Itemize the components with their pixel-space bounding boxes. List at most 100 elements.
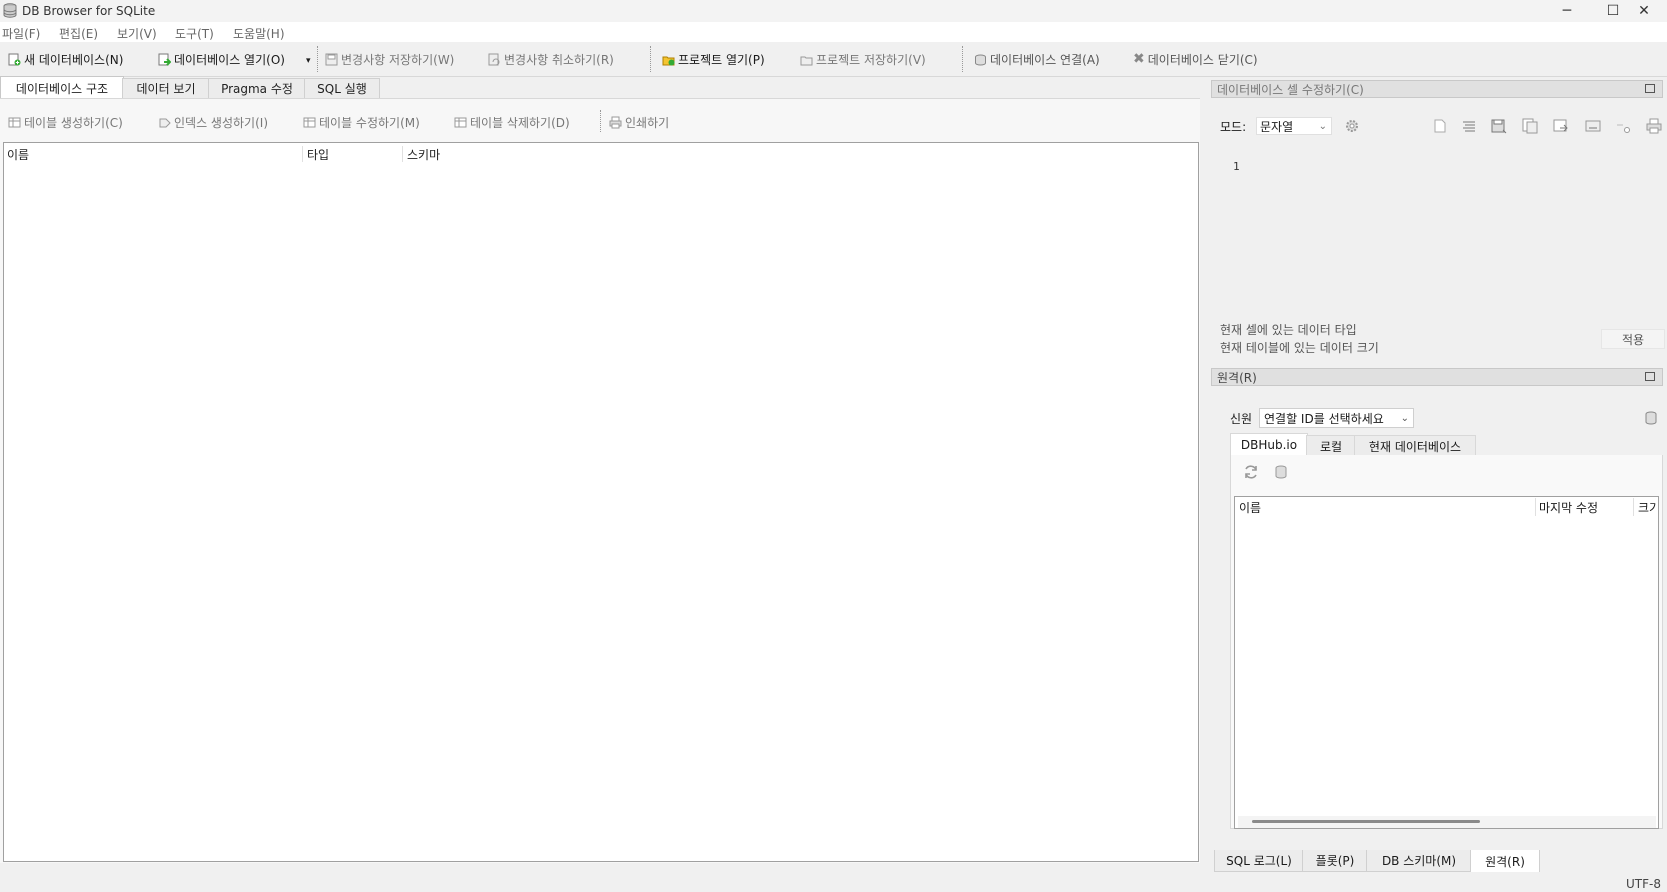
scrollbar-thumb[interactable] — [1252, 820, 1480, 823]
tab-edit-pragmas[interactable]: Pragma 수정 — [208, 78, 306, 98]
new-database-icon — [8, 53, 21, 66]
tab-execute-sql[interactable]: SQL 실행 — [304, 78, 380, 98]
tab-local[interactable]: 로컬 — [1306, 435, 1356, 456]
new-database-button[interactable]: 새 데이터베이스(N) — [8, 51, 123, 68]
clone-database-button[interactable] — [1273, 463, 1291, 481]
print-button[interactable]: 인쇄하기 — [609, 114, 669, 131]
tab-plot[interactable]: 플롯(P) — [1302, 850, 1368, 872]
line-number: 1 — [1233, 160, 1240, 173]
word-wrap-button[interactable] — [1431, 117, 1449, 135]
main-toolbar: 새 데이터베이스(N) 데이터베이스 열기(O) ▾ 변경사항 저장하기(W) … — [0, 42, 1667, 77]
save-project-button[interactable]: 프로젝트 저장하기(V) — [800, 51, 926, 68]
toolbar-separator — [650, 46, 651, 72]
column-header-name[interactable]: 이름 — [7, 146, 29, 163]
tab-db-schema[interactable]: DB 스키마(M) — [1366, 850, 1472, 872]
revert-changes-button[interactable]: 변경사항 취소하기(R) — [488, 51, 614, 68]
refresh-button[interactable] — [1242, 463, 1260, 481]
menu-tools[interactable]: 도구(T) — [175, 25, 214, 42]
tab-remote[interactable]: 원격(R) — [1470, 850, 1540, 874]
cell-editor-textarea[interactable]: 1 — [1230, 158, 1660, 308]
print-cell-button[interactable] — [1645, 117, 1663, 135]
column-divider[interactable] — [402, 146, 403, 162]
close-x-icon: ✖ — [1133, 51, 1145, 67]
column-header-size[interactable]: 크기 — [1638, 499, 1656, 516]
attach-database-button[interactable]: 데이터베이스 연결(A) — [974, 51, 1100, 68]
window-link-icon — [1585, 120, 1601, 132]
remote-dock-title: 원격(R) — [1217, 370, 1257, 385]
edit-cell-dock-header[interactable]: 데이터베이스 셀 수정하기(C) — [1211, 80, 1663, 98]
menu-view[interactable]: 보기(V) — [117, 25, 157, 42]
column-divider[interactable] — [1535, 498, 1536, 516]
set-null-button[interactable] — [1552, 117, 1570, 135]
cell-size-info: 현재 테이블에 있는 데이터 크기 — [1220, 341, 1379, 355]
float-dock-icon[interactable] — [1645, 84, 1655, 93]
delete-table-icon — [454, 117, 467, 128]
chevron-down-icon: ⌄ — [1318, 120, 1327, 132]
window-title: DB Browser for SQLite — [22, 4, 156, 18]
database-download-icon — [1275, 465, 1287, 479]
tab-database-structure[interactable]: 데이터베이스 구조 — [0, 76, 124, 99]
open-database-icon — [158, 53, 171, 66]
menu-edit[interactable]: 편집(E) — [59, 25, 98, 42]
open-in-editor-button[interactable] — [1584, 117, 1602, 135]
tab-dbhub[interactable]: DBHub.io — [1230, 433, 1308, 456]
column-header-last-modified[interactable]: 마지막 수정 — [1539, 499, 1598, 516]
tab-current-database[interactable]: 현재 데이터베이스 — [1354, 435, 1476, 456]
remote-file-list[interactable] — [1234, 496, 1659, 829]
refresh-icon — [1245, 465, 1257, 479]
export-disk-icon — [1522, 118, 1538, 134]
create-index-button[interactable]: 인덱스 생성하기(I) — [158, 114, 268, 131]
auto-format-button[interactable] — [1460, 117, 1478, 135]
printer-icon — [609, 116, 622, 129]
apply-button[interactable]: 적용 — [1601, 329, 1665, 349]
column-divider[interactable] — [302, 146, 303, 162]
close-database-button[interactable]: ✖ 데이터베이스 닫기(C) — [1133, 51, 1258, 68]
column-header-name[interactable]: 이름 — [1239, 499, 1261, 516]
align-lines-icon — [1463, 121, 1475, 132]
create-table-button[interactable]: 테이블 생성하기(C) — [8, 114, 123, 131]
attach-database-icon — [975, 54, 986, 66]
modify-table-icon — [303, 117, 316, 128]
create-index-icon — [159, 118, 171, 128]
identity-select[interactable]: 연결할 ID를 선택하세요 ⌄ — [1259, 408, 1414, 428]
identity-label: 신원 — [1230, 412, 1253, 426]
tab-sql-log[interactable]: SQL 로그(L) — [1214, 850, 1304, 872]
status-bar: UTF-8 — [0, 872, 1667, 892]
float-dock-icon[interactable] — [1645, 372, 1655, 381]
revert-changes-icon — [488, 53, 500, 66]
cell-info-button[interactable] — [1614, 117, 1632, 135]
gear-icon — [1346, 120, 1358, 132]
toolbar-separator — [600, 110, 601, 132]
database-app-icon — [3, 3, 17, 18]
open-database-dropdown-arrow[interactable]: ▾ — [306, 56, 311, 66]
save-project-icon — [800, 56, 813, 66]
minimize-button[interactable]: ─ — [1544, 0, 1590, 22]
auto-switch-mode-button[interactable] — [1343, 117, 1361, 135]
menu-help[interactable]: 도움말(H) — [233, 25, 285, 42]
modify-table-button[interactable]: 테이블 수정하기(M) — [303, 114, 420, 131]
encoding-indicator: UTF-8 — [1626, 877, 1661, 891]
mode-label: 모드: — [1220, 120, 1247, 134]
menu-file[interactable]: 파일(F) — [2, 25, 40, 42]
mode-select[interactable]: 문자열 ⌄ — [1256, 117, 1332, 135]
remote-dock-header[interactable]: 원격(R) — [1211, 368, 1663, 386]
close-window-button[interactable]: ✕ — [1621, 0, 1667, 22]
export-button[interactable] — [1521, 117, 1539, 135]
edit-cell-dock-title: 데이터베이스 셀 수정하기(C) — [1217, 82, 1364, 97]
write-changes-button[interactable]: 변경사항 저장하기(W) — [325, 51, 454, 68]
open-project-button[interactable]: 프로젝트 열기(P) — [662, 51, 765, 68]
printer-icon — [1646, 118, 1662, 134]
open-database-button[interactable]: 데이터베이스 열기(O) — [158, 51, 285, 68]
horizontal-scrollbar[interactable] — [1238, 816, 1656, 828]
column-header-schema[interactable]: 스키마 — [407, 146, 440, 163]
write-changes-icon — [325, 53, 338, 66]
small-dot-icon — [1617, 124, 1630, 133]
database-structure-tree[interactable] — [3, 142, 1199, 862]
import-button[interactable] — [1490, 117, 1508, 135]
column-header-type[interactable]: 타입 — [307, 146, 329, 163]
cell-type-info: 현재 셀에 있는 데이터 타입 — [1220, 323, 1357, 337]
identity-manage-button[interactable] — [1643, 409, 1661, 427]
tab-browse-data[interactable]: 데이터 보기 — [122, 78, 210, 98]
column-divider[interactable] — [1633, 498, 1634, 516]
delete-table-button[interactable]: 테이블 삭제하기(D) — [454, 114, 570, 131]
